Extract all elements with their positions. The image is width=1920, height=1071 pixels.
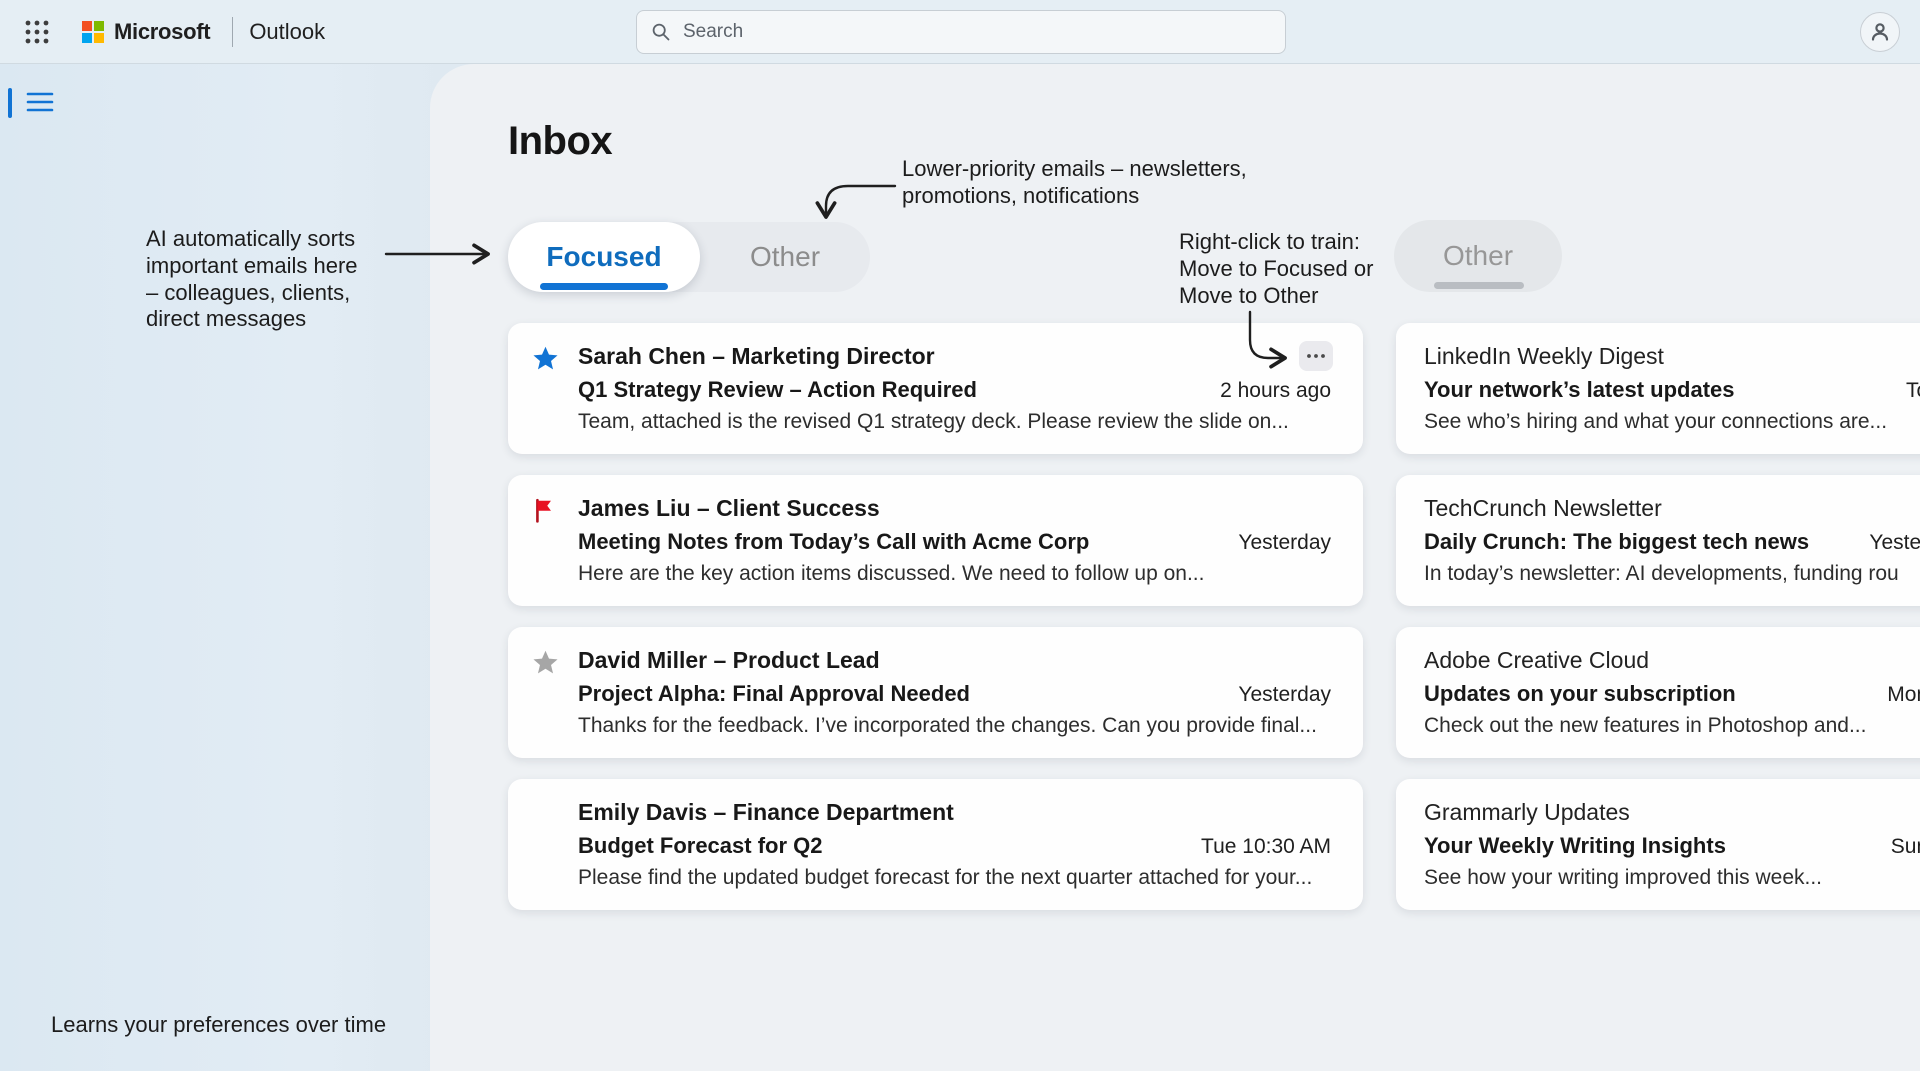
email-preview: In today’s newsletter: AI developments, … <box>1424 562 1920 586</box>
product-name: Outlook <box>249 19 325 45</box>
hamburger-icon <box>26 90 56 114</box>
more-options-button[interactable] <box>1299 341 1333 371</box>
nav-accent-bar <box>8 88 12 118</box>
ellipsis-icon <box>1306 353 1326 359</box>
flag-icon[interactable] <box>532 497 558 524</box>
email-time: 2 hours ago <box>1200 379 1331 403</box>
page-title: Inbox <box>508 119 612 164</box>
email-card[interactable]: LinkedIn Weekly Digest Your network’s la… <box>1396 323 1920 454</box>
email-preview: See who’s hiring and what your connectio… <box>1424 410 1920 434</box>
person-icon <box>1868 20 1892 44</box>
email-subject: Updates on your subscription <box>1424 681 1736 707</box>
email-preview: Check out the new features in Photoshop … <box>1424 714 1920 738</box>
microsoft-squares-icon <box>82 21 104 43</box>
email-time: Sunday <box>1871 835 1920 859</box>
sidebar: AI automatically sorts important emails … <box>0 64 444 1071</box>
main-panel: Inbox Lower-priority emails – newsletter… <box>430 64 1920 1071</box>
email-sender: LinkedIn Weekly Digest <box>1424 343 1920 370</box>
email-subject: Q1 Strategy Review – Action Required <box>578 377 977 403</box>
annotation-learns-note: Learns your preferences over time <box>51 1012 386 1038</box>
email-subject: Your network’s latest updates <box>1424 377 1735 403</box>
app-launcher-button[interactable] <box>20 15 54 49</box>
tab-other[interactable]: Other <box>700 222 870 292</box>
email-preview: Thanks for the feedback. I’ve incorporat… <box>578 714 1331 738</box>
brand-divider <box>232 17 233 47</box>
email-subject: Your Weekly Writing Insights <box>1424 833 1726 859</box>
email-time: Tue 10:30 AM <box>1181 835 1331 859</box>
tab-focused[interactable]: Focused <box>508 222 700 292</box>
email-time: Yesterday <box>1218 531 1331 555</box>
tab-focused-label: Focused <box>546 241 661 273</box>
email-sender: James Liu – Client Success <box>578 495 1331 522</box>
tab-focused-underline <box>540 283 668 290</box>
icon-spacer <box>532 799 578 890</box>
star-icon[interactable] <box>532 649 559 676</box>
tab-other-right-underline <box>1434 282 1524 289</box>
email-subject: Meeting Notes from Today’s Call with Acm… <box>578 529 1089 555</box>
email-sender: TechCrunch Newsletter <box>1424 495 1920 522</box>
account-button[interactable] <box>1860 12 1900 52</box>
waffle-icon <box>24 19 50 45</box>
email-time: Yesterday <box>1849 531 1920 555</box>
email-sender: Adobe Creative Cloud <box>1424 647 1920 674</box>
tab-other-right[interactable]: Other <box>1394 220 1562 292</box>
inbox-tab-group: Focused Other <box>508 222 870 292</box>
other-email-list: LinkedIn Weekly Digest Your network’s la… <box>1396 323 1920 910</box>
email-time: Yesterday <box>1218 683 1331 707</box>
email-time: Today <box>1886 379 1920 403</box>
search-input[interactable] <box>683 21 1271 43</box>
tab-other-right-label: Other <box>1443 240 1513 272</box>
email-sender: Sarah Chen – Marketing Director <box>578 343 1331 370</box>
search-icon <box>651 22 671 42</box>
email-card[interactable]: David Miller – Product Lead Project Alph… <box>508 627 1363 758</box>
email-card[interactable]: Grammarly Updates Your Weekly Writing In… <box>1396 779 1920 910</box>
email-sender: David Miller – Product Lead <box>578 647 1331 674</box>
email-preview: Please find the updated budget forecast … <box>578 866 1331 890</box>
email-card[interactable]: Emily Davis – Finance Department Budget … <box>508 779 1363 910</box>
star-icon[interactable] <box>532 345 559 372</box>
email-subject: Daily Crunch: The biggest tech news <box>1424 529 1809 555</box>
email-preview: Team, attached is the revised Q1 strateg… <box>578 410 1331 434</box>
menu-button[interactable] <box>24 88 58 118</box>
email-sender: Emily Davis – Finance Department <box>578 799 1331 826</box>
email-preview: Here are the key action items discussed.… <box>578 562 1331 586</box>
email-sender: Grammarly Updates <box>1424 799 1920 826</box>
email-card[interactable]: Adobe Creative Cloud Updates on your sub… <box>1396 627 1920 758</box>
brand-name: Microsoft <box>114 19 210 45</box>
email-subject: Budget Forecast for Q2 <box>578 833 822 859</box>
annotation-focused-note: AI automatically sorts important emails … <box>146 226 396 333</box>
microsoft-logo: Microsoft <box>82 19 210 45</box>
email-subject: Project Alpha: Final Approval Needed <box>578 681 970 707</box>
focused-email-list: Sarah Chen – Marketing Director Q1 Strat… <box>508 323 1363 910</box>
email-preview: See how your writing improved this week.… <box>1424 866 1920 890</box>
topbar: Microsoft Outlook <box>0 0 1920 64</box>
email-card[interactable]: James Liu – Client Success Meeting Notes… <box>508 475 1363 606</box>
annotation-other-note: Lower-priority emails – newsletters, pro… <box>902 156 1282 210</box>
search-bar[interactable] <box>636 10 1286 54</box>
email-time: Monday <box>1867 683 1920 707</box>
email-card[interactable]: Sarah Chen – Marketing Director Q1 Strat… <box>508 323 1363 454</box>
email-card[interactable]: TechCrunch Newsletter Daily Crunch: The … <box>1396 475 1920 606</box>
